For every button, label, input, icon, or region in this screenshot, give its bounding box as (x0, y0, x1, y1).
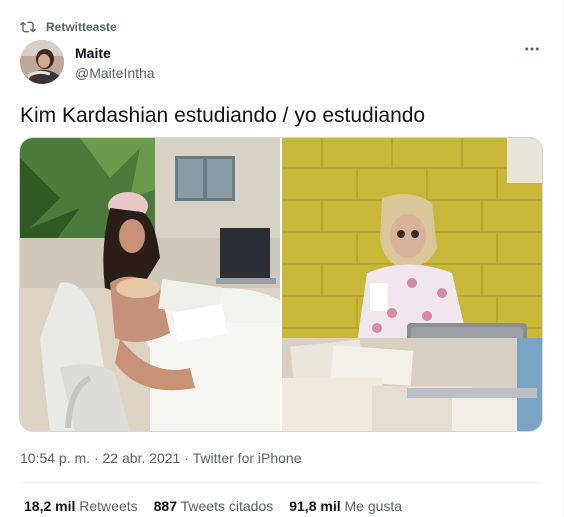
likes-stat[interactable]: 91,8 mil Me gusta (289, 498, 402, 514)
quotes-stat[interactable]: 887 Tweets citados (154, 498, 274, 514)
retweet-icon (20, 21, 36, 33)
tweet-stats: 18,2 mil Retweets 887 Tweets citados 91,… (24, 498, 418, 514)
more-horizontal-icon (525, 47, 539, 51)
tweet-meta: 10:54 p. m. · 22 abr. 2021 · Twitter for… (20, 450, 302, 466)
author-handle[interactable]: @MaiteIntha (75, 64, 155, 82)
meta-separator: · (93, 450, 99, 466)
likes-count: 91,8 mil (289, 498, 341, 514)
tweet-source[interactable]: Twitter for iPhone (193, 450, 302, 466)
avatar[interactable] (20, 40, 64, 84)
tweet-card: Retwitteaste Maite @MaiteIntha Kim Karda… (0, 0, 564, 517)
retweets-label: Retweets (79, 498, 138, 514)
retweets-count: 18,2 mil (24, 498, 76, 514)
kim-studying-photo (20, 138, 280, 431)
media-photo-right[interactable] (282, 138, 542, 431)
tweet-media[interactable] (19, 137, 543, 432)
likes-label: Me gusta (344, 498, 403, 514)
author-block[interactable]: Maite @MaiteIntha (75, 45, 155, 82)
tweet-time[interactable]: 10:54 p. m. (20, 450, 90, 466)
avatar-photo (20, 40, 64, 84)
quotes-label: Tweets citados (180, 498, 274, 514)
retweets-stat[interactable]: 18,2 mil Retweets (24, 498, 138, 514)
quotes-count: 887 (153, 498, 177, 514)
social-context-label: Retwitteaste (46, 20, 117, 34)
divider (20, 482, 541, 483)
media-photo-left[interactable] (20, 138, 282, 431)
tweet-text: Kim Kardashian estudiando / yo estudiand… (20, 104, 426, 127)
tweet-date[interactable]: 22 abr. 2021 (103, 450, 181, 466)
yo-studying-photo (282, 138, 542, 431)
author-display-name[interactable]: Maite (75, 45, 155, 61)
social-context[interactable]: Retwitteaste (20, 18, 117, 36)
meta-separator: · (184, 450, 189, 466)
more-options-button[interactable] (523, 40, 541, 63)
